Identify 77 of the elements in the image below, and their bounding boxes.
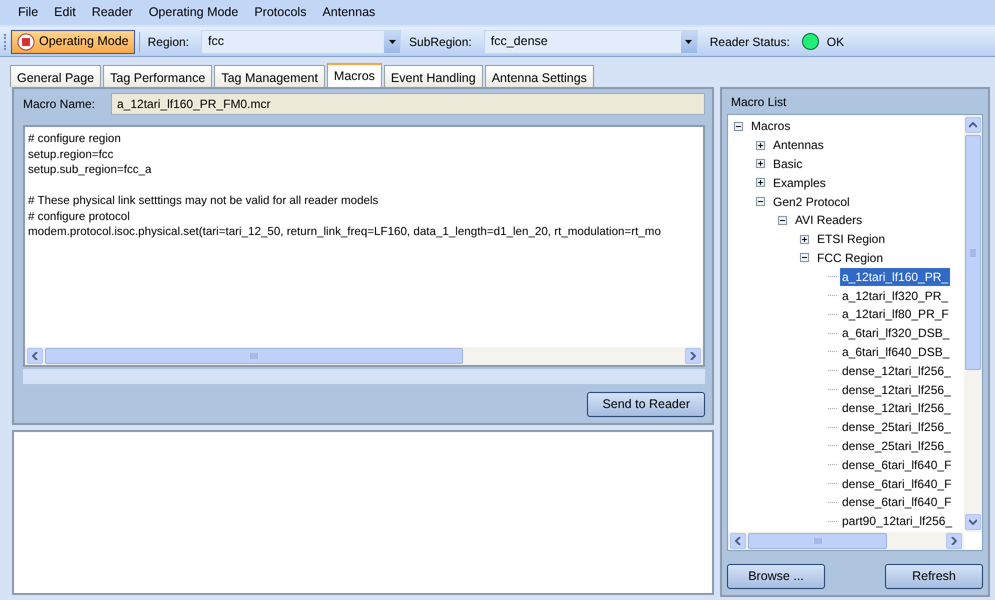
send-to-reader-button[interactable]: Send to Reader bbox=[587, 392, 705, 417]
dropdown-field[interactable]: fcc bbox=[201, 30, 402, 54]
chevron-down-icon bbox=[969, 519, 977, 525]
macro-name-field[interactable]: a_12tari_lf160_PR_FM0.mcr bbox=[111, 93, 705, 115]
chevron-right-icon bbox=[951, 537, 957, 545]
code-editor[interactable] bbox=[23, 125, 705, 367]
scroll-down-button[interactable] bbox=[965, 514, 981, 530]
tree-folder[interactable]: Basic bbox=[771, 154, 804, 173]
tab[interactable]: Event Handling bbox=[384, 65, 483, 87]
tree-item[interactable]: a_12tari_lf160_PR_ bbox=[840, 268, 950, 286]
dropdown-arrow-icon bbox=[388, 40, 396, 44]
toolbar-grip bbox=[4, 34, 7, 50]
stop-icon bbox=[17, 32, 35, 50]
code-line: # configure protocol bbox=[28, 208, 130, 224]
chevron-left-icon bbox=[735, 537, 741, 545]
menu-item[interactable]: Operating Mode bbox=[140, 0, 246, 26]
tab[interactable]: Tag Performance bbox=[103, 65, 212, 87]
menu-item[interactable]: Protocols bbox=[246, 0, 314, 26]
scroll-up-button[interactable] bbox=[965, 117, 981, 133]
scrollbar-thumb[interactable] bbox=[965, 135, 981, 370]
grip-icon bbox=[814, 538, 822, 544]
scrollbar-thumb[interactable] bbox=[748, 533, 888, 549]
dropdown-arrow-icon bbox=[685, 40, 692, 44]
tree-folder[interactable]: Examples bbox=[771, 174, 828, 192]
scroll-left-button[interactable] bbox=[730, 533, 746, 549]
tree-item[interactable]: a_6tari_lf640_DSB_ bbox=[840, 342, 952, 361]
tree-folder[interactable]: ETSI Region bbox=[815, 230, 888, 248]
tree-item[interactable]: part90_12tari_lf256_ bbox=[840, 512, 954, 530]
operating-mode-button[interactable]: Operating Mode bbox=[11, 30, 135, 54]
grip-icon bbox=[970, 248, 976, 256]
chevron-right-icon bbox=[690, 352, 696, 360]
code-line: # configure region bbox=[28, 131, 121, 146]
menu-item[interactable]: Reader bbox=[84, 0, 141, 26]
tree-folder[interactable]: Gen2 Protocol bbox=[771, 192, 852, 211]
menu-item[interactable]: Edit bbox=[46, 0, 84, 26]
scroll-right-button[interactable] bbox=[946, 533, 962, 549]
tree-item[interactable]: dense_25tari_lf256_ bbox=[840, 436, 953, 455]
grip-icon bbox=[250, 353, 258, 359]
field-label: Macro Name: bbox=[23, 96, 96, 113]
code-line: modem.protocol.isoc.physical.set(tari=tari_12_50, return_link_freq=LF160, data_1_length=d1_len_20, rt_modulation=rt_mo bbox=[28, 224, 661, 240]
dropdown-field[interactable]: fcc_dense bbox=[484, 30, 698, 54]
panel-title: Macro List bbox=[730, 94, 788, 111]
scrollbar-thumb[interactable] bbox=[45, 348, 463, 364]
tree-folder[interactable]: Macros bbox=[749, 117, 792, 136]
list-button[interactable]: Refresh bbox=[885, 564, 983, 589]
field-label: SubRegion: bbox=[409, 34, 472, 50]
tree-item[interactable]: dense_6tari_lf640_F bbox=[840, 474, 954, 493]
tree-item[interactable]: a_6tari_lf320_DSB_ bbox=[840, 324, 952, 342]
tree-item[interactable]: dense_12tari_lf256_ bbox=[840, 399, 953, 418]
tree-item[interactable]: dense_25tari_lf256_ bbox=[840, 418, 953, 436]
tree-item[interactable]: dense_12tari_lf256_ bbox=[840, 380, 953, 399]
tab[interactable]: Macros bbox=[326, 63, 382, 87]
tree-folder[interactable]: Antennas bbox=[771, 136, 826, 154]
code-line: # These physical link setttings may not be valid for all reader models bbox=[28, 193, 378, 208]
tree-folder[interactable]: AVI Readers bbox=[793, 211, 864, 230]
code-line: setup.region=fcc bbox=[28, 146, 114, 162]
field-label: Region: bbox=[148, 34, 190, 50]
tab[interactable]: General Page bbox=[10, 65, 102, 87]
menu-item[interactable]: File bbox=[10, 0, 46, 26]
tab[interactable]: Antenna Settings bbox=[484, 65, 594, 87]
chevron-up-icon bbox=[969, 122, 977, 128]
tree-item[interactable]: dense_6tari_lf640_F bbox=[840, 493, 954, 512]
tab[interactable]: Tag Management bbox=[214, 65, 325, 87]
tree-item[interactable]: a_12tari_lf80_PR_F bbox=[840, 305, 951, 324]
macro-tree[interactable] bbox=[727, 114, 983, 551]
chevron-left-icon bbox=[32, 352, 38, 360]
tree-folder[interactable]: FCC Region bbox=[815, 248, 886, 267]
scroll-left-button[interactable] bbox=[27, 348, 43, 364]
status-text: OK bbox=[826, 34, 844, 50]
code-line: setup.sub_region=fcc_a bbox=[28, 162, 152, 178]
tree-item[interactable]: a_12tari_lf320_PR_ bbox=[840, 286, 950, 305]
menu-item[interactable]: Antennas bbox=[314, 0, 384, 26]
tree-item[interactable]: dense_6tari_lf640_F bbox=[840, 456, 954, 474]
scroll-right-button[interactable] bbox=[685, 348, 701, 364]
tree-item[interactable]: dense_12tari_lf256_ bbox=[840, 362, 953, 380]
status-label: Reader Status: bbox=[710, 34, 790, 50]
list-button[interactable]: Browse ... bbox=[727, 564, 825, 589]
